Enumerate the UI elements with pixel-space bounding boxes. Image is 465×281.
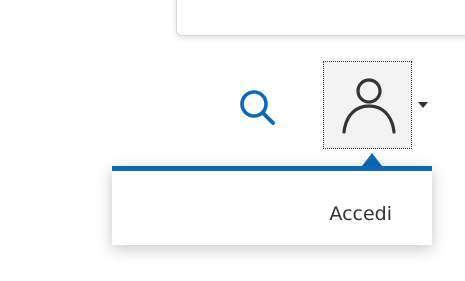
user-icon [342, 78, 396, 134]
search-button[interactable] [236, 86, 280, 130]
top-panel [176, 0, 465, 36]
caret-down-icon[interactable] [418, 102, 428, 108]
dropdown-pointer [362, 153, 382, 166]
search-icon [240, 90, 275, 125]
user-menu-button[interactable] [323, 61, 412, 149]
page: Accedi [0, 0, 465, 281]
login-link[interactable]: Accedi [329, 203, 392, 225]
user-dropdown-menu: Accedi [112, 166, 432, 245]
